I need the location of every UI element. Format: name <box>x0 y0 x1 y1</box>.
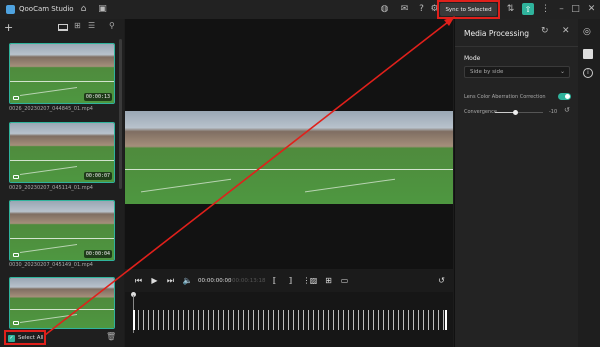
annotation-arrow <box>44 16 455 336</box>
